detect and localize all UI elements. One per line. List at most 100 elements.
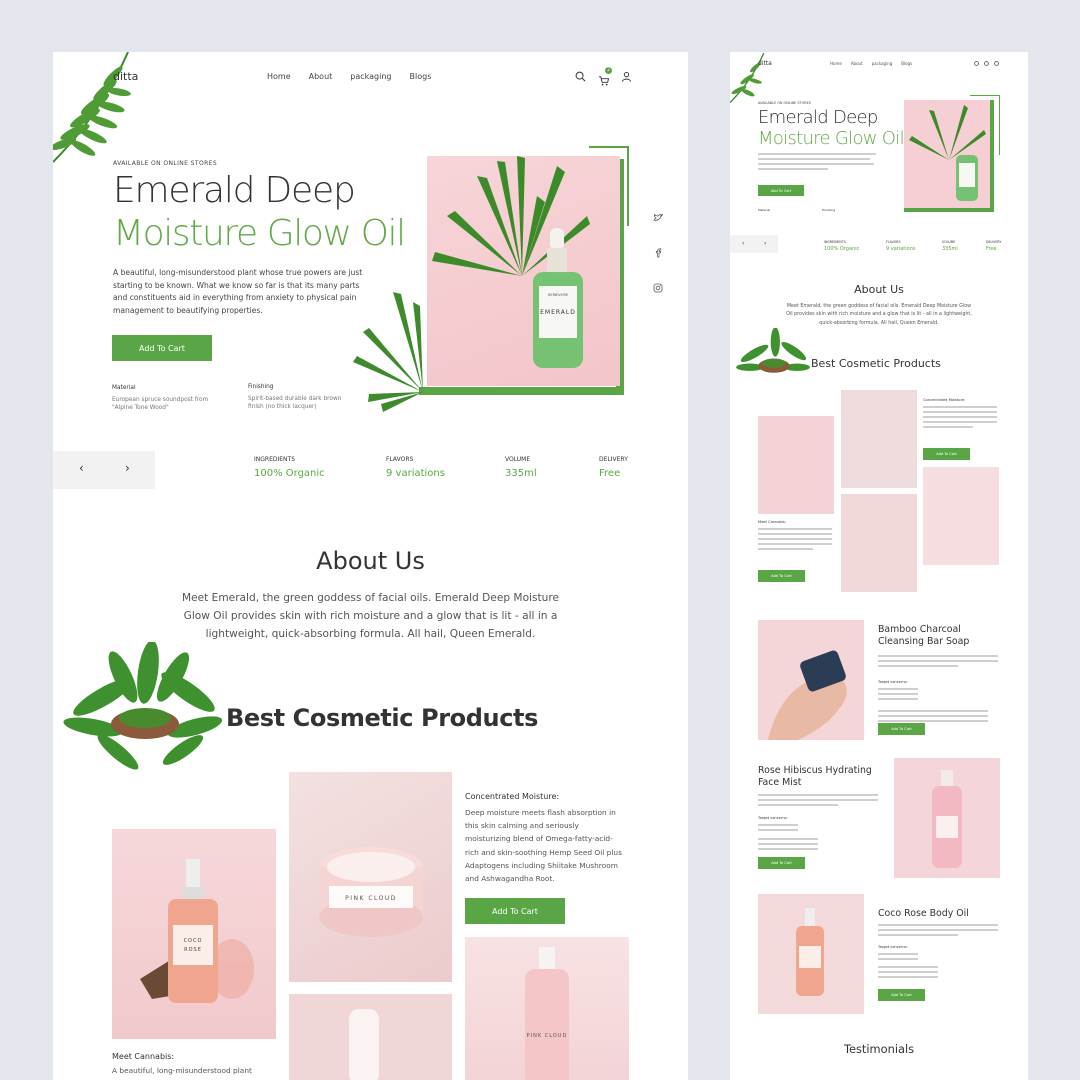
nav-packaging[interactable]: packaging [350, 72, 391, 81]
herb-bowl-image [63, 642, 223, 770]
target-label: Target concerns: [878, 680, 908, 684]
about-text: Meet Emerald, the green goddess of facia… [181, 592, 560, 640]
stat-value: 9 variations [386, 468, 445, 479]
stat-label: FLAVORS [386, 456, 414, 463]
hero-slider-controls: ‹ › [53, 451, 155, 489]
stat-value: 100% Organic [254, 468, 325, 479]
about-text: Meet Emerald, the green goddess of facia… [786, 304, 972, 326]
product-image-coco-rose[interactable] [758, 416, 834, 514]
nav-blogs[interactable]: Blogs [410, 72, 432, 81]
spec-label: Finishing [822, 208, 836, 212]
main-nav: Home About packaging Blogs [267, 72, 449, 81]
spec-value: Spirit-based durable dark brown finish (… [248, 396, 342, 410]
nav-home[interactable]: Home [830, 61, 842, 66]
prev-button[interactable]: ‹ [79, 461, 84, 475]
add-to-cart-button[interactable]: Add To Cart [465, 898, 565, 924]
stat-ingredients: INGREDIENTS 100% Organic [254, 456, 325, 479]
text-placeholder [758, 824, 798, 834]
instagram-icon[interactable] [653, 283, 663, 293]
product-image-pink-cloud-cream[interactable] [841, 390, 917, 488]
nav-icons: 2 [575, 67, 632, 86]
facebook-icon[interactable] [653, 248, 663, 258]
stat-delivery: DELIVERY Free [986, 240, 1001, 252]
cart-icon[interactable] [984, 61, 989, 66]
stat-value: 335ml [942, 246, 958, 252]
add-to-cart-button[interactable]: Add To Cart [878, 989, 925, 1001]
product-image-pink-cloud-pump[interactable]: PINK CLOUD [465, 937, 629, 1080]
stat-label: DELIVERY [599, 456, 628, 463]
preview-nav: Home About packaging Blogs [830, 61, 921, 66]
cart-icon [598, 76, 610, 86]
bottle-label: PINK CLOUD [527, 1033, 568, 1039]
add-to-cart-button[interactable]: Add To Cart [923, 448, 970, 460]
product-image-face-mist[interactable] [894, 758, 1000, 878]
stat-value: 335ml [505, 468, 537, 479]
spec-label: Finishing [248, 384, 274, 390]
add-to-cart-button[interactable]: Add To Cart [758, 857, 805, 869]
hero-title: Emerald Deep [758, 107, 878, 128]
stat-ingredients: INGREDIENTS 100% Organic [824, 240, 859, 252]
twitter-icon[interactable] [653, 213, 663, 223]
hero-eyebrow: AVAILABLE ON ONLINE STORES [113, 160, 218, 167]
preview-page: ditta Home About packaging Blogs AVAILAB… [730, 52, 1028, 1080]
hero-title: Emerald Deep [113, 170, 356, 211]
text-placeholder [878, 655, 998, 670]
add-to-cart-button[interactable]: Add To Cart [878, 723, 925, 735]
product-image-charcoal-soap[interactable] [758, 620, 864, 740]
hero-description: A beautiful, long-misunderstood plant wh… [113, 268, 363, 315]
product-image-coco-rose[interactable]: COCO ROSE [112, 829, 276, 1039]
product-image-pink-cloud-cream[interactable]: PINK CLOUD [289, 772, 452, 982]
nav-packaging[interactable]: packaging [872, 61, 893, 66]
user-icon[interactable] [621, 71, 632, 82]
add-to-cart-button[interactable]: Add To Cart [112, 335, 212, 361]
user-icon[interactable] [994, 61, 999, 66]
search-icon[interactable] [974, 61, 979, 66]
product-title: Bamboo Charcoal Cleansing Bar Soap [878, 624, 970, 647]
next-button[interactable]: › [764, 240, 766, 247]
add-to-cart-button[interactable]: Add To Cart [758, 570, 805, 582]
text-placeholder [878, 953, 918, 963]
concentrated-title: Concentrated Moisture: [465, 792, 560, 801]
search-icon[interactable] [575, 71, 586, 82]
product-image-serum[interactable] [289, 994, 452, 1080]
product-image-body-oil[interactable] [758, 894, 864, 1014]
hero-title-green: Moisture Glow Oil [113, 213, 406, 254]
cannabis-leaf-decoration [353, 292, 423, 412]
nav-blogs[interactable]: Blogs [901, 61, 912, 66]
cannabis-title: Meet Cannabis: [112, 1052, 175, 1061]
product-image-pink-cloud-pump[interactable] [923, 467, 999, 565]
logo[interactable]: ditta [113, 70, 138, 83]
add-to-cart-button[interactable]: Add To Cart [758, 185, 804, 196]
nav-about[interactable]: About [309, 72, 333, 81]
target-label: Target concerns: [758, 816, 788, 820]
stat-value: 9 variations [886, 246, 916, 252]
nav-home[interactable]: Home [267, 72, 291, 81]
prev-button[interactable]: ‹ [742, 240, 744, 247]
text-placeholder [878, 924, 998, 939]
logo[interactable]: ditta [758, 60, 772, 67]
stat-value: Free [599, 468, 621, 479]
nav-about[interactable]: About [851, 61, 863, 66]
cart-button[interactable]: 2 [598, 67, 612, 86]
main-page: ditta Home About packaging Blogs 2 AVAIL… [53, 52, 688, 1080]
stat-volume: VOLUME 335ml [942, 240, 958, 252]
hero-title-green: Moisture Glow Oil [758, 128, 905, 149]
spec-label: Material [758, 208, 771, 212]
hero-product-image: HERBIVORE EMERALD [427, 156, 620, 386]
stat-label: INGREDIENTS [254, 456, 296, 463]
about-title: About Us [854, 283, 904, 296]
stat-flavors: FLAVORS 9 variations [886, 240, 916, 252]
text-placeholder [878, 966, 938, 981]
preview-nav-icons [974, 61, 999, 66]
next-button[interactable]: › [125, 461, 130, 475]
stat-value: Free [986, 246, 997, 252]
target-label: Target concerns: [878, 945, 908, 949]
spec-finishing: Finishing Spirit-based durable dark brow… [248, 383, 358, 411]
bottle-name: EMERALD [540, 309, 576, 316]
herb-bowl-image [736, 328, 810, 373]
product-image-serum[interactable] [841, 494, 917, 592]
product-title: Coco Rose Body Oil [878, 908, 969, 919]
stat-label: VOLUME [942, 240, 956, 244]
concentrated-title: Concentrated Moisture: [923, 398, 966, 402]
emerald-bottle-illustration: HERBIVORE EMERALD [432, 156, 590, 368]
